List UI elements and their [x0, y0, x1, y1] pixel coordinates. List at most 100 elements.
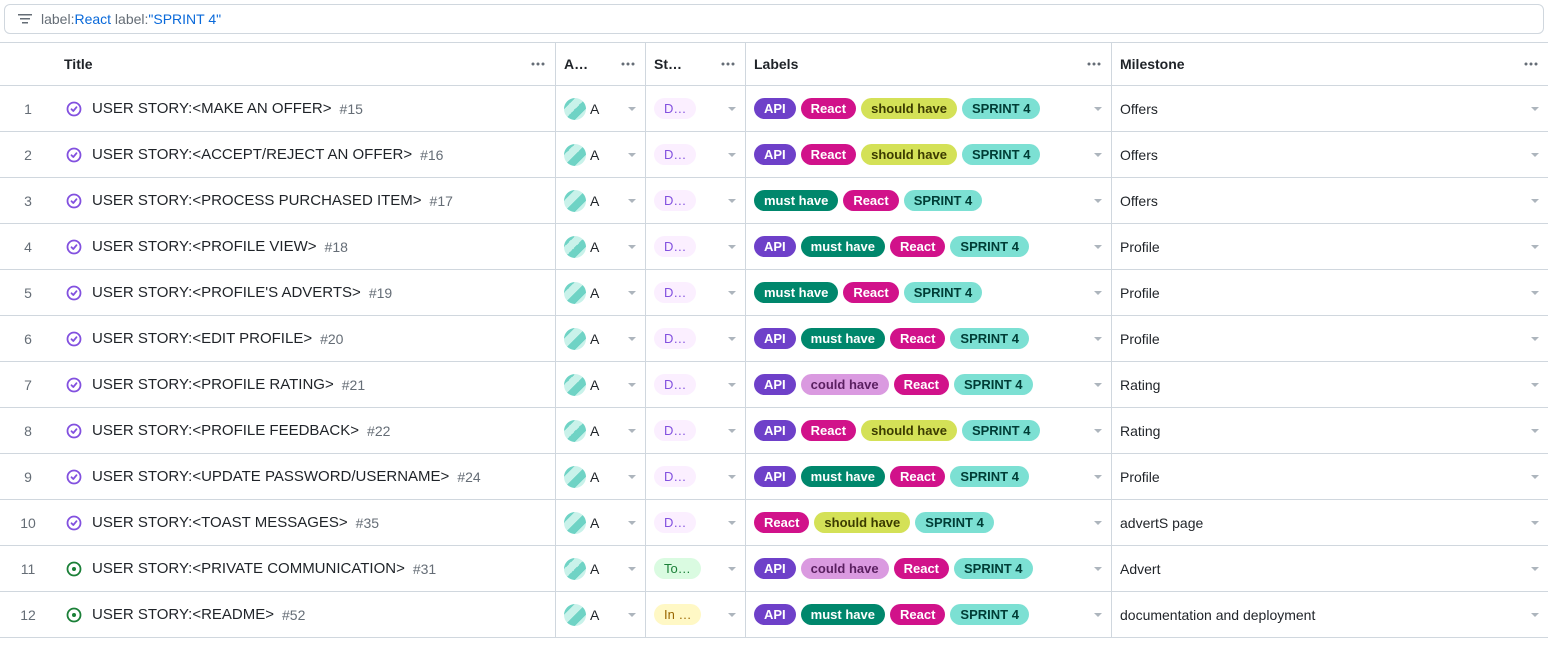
label-sprint4[interactable]: SPRINT 4 [962, 98, 1041, 119]
label-shouldhave[interactable]: should have [861, 144, 957, 165]
chevron-down-icon[interactable] [1093, 196, 1103, 206]
chevron-down-icon[interactable] [1530, 426, 1540, 436]
title-cell[interactable]: USER STORY:<PROFILE RATING>#21 [56, 362, 556, 407]
chevron-down-icon[interactable] [727, 288, 737, 298]
labels-cell[interactable]: must haveReactSPRINT 4 [746, 270, 1112, 315]
chevron-down-icon[interactable] [627, 472, 637, 482]
chevron-down-icon[interactable] [727, 242, 737, 252]
label-sprint4[interactable]: SPRINT 4 [950, 236, 1029, 257]
table-row[interactable]: 5USER STORY:<PROFILE'S ADVERTS>#19AD…mus… [0, 270, 1548, 316]
assignee-cell[interactable]: A [556, 454, 646, 499]
label-shouldhave[interactable]: should have [861, 420, 957, 441]
milestone-cell[interactable]: Offers [1112, 132, 1548, 177]
status-cell[interactable]: D… [646, 408, 746, 453]
assignee-cell[interactable]: A [556, 270, 646, 315]
label-sprint4[interactable]: SPRINT 4 [904, 282, 983, 303]
chevron-down-icon[interactable] [627, 104, 637, 114]
label-react[interactable]: React [843, 190, 898, 211]
issue-title[interactable]: USER STORY:<PRIVATE COMMUNICATION> [92, 560, 405, 577]
table-row[interactable]: 8USER STORY:<PROFILE FEEDBACK>#22AD…APIR… [0, 408, 1548, 454]
milestone-cell[interactable]: Profile [1112, 224, 1548, 269]
label-musthave[interactable]: must have [801, 236, 885, 257]
table-row[interactable]: 9USER STORY:<UPDATE PASSWORD/USERNAME>#2… [0, 454, 1548, 500]
chevron-down-icon[interactable] [727, 104, 737, 114]
title-cell[interactable]: USER STORY:<PROFILE VIEW>#18 [56, 224, 556, 269]
label-shouldhave[interactable]: should have [814, 512, 910, 533]
chevron-down-icon[interactable] [627, 288, 637, 298]
assignee-cell[interactable]: A [556, 224, 646, 269]
status-cell[interactable]: D… [646, 178, 746, 223]
table-row[interactable]: 6USER STORY:<EDIT PROFILE>#20AD…APImust … [0, 316, 1548, 362]
label-react[interactable]: React [754, 512, 809, 533]
table-row[interactable]: 11USER STORY:<PRIVATE COMMUNICATION>#31A… [0, 546, 1548, 592]
milestone-cell[interactable]: Profile [1112, 270, 1548, 315]
labels-cell[interactable]: APImust haveReactSPRINT 4 [746, 316, 1112, 361]
assignee-cell[interactable]: A [556, 86, 646, 131]
labels-cell[interactable]: APIReactshould haveSPRINT 4 [746, 408, 1112, 453]
labels-cell[interactable]: APImust haveReactSPRINT 4 [746, 592, 1112, 637]
col-status-header[interactable]: St… [654, 56, 682, 72]
status-cell[interactable]: D… [646, 270, 746, 315]
labels-cell[interactable]: APIReactshould haveSPRINT 4 [746, 132, 1112, 177]
assignee-cell[interactable]: A [556, 316, 646, 361]
status-cell[interactable]: D… [646, 500, 746, 545]
chevron-down-icon[interactable] [1093, 518, 1103, 528]
label-sprint4[interactable]: SPRINT 4 [954, 374, 1033, 395]
issue-title[interactable]: USER STORY:<PROCESS PURCHASED ITEM> [92, 192, 422, 209]
label-api[interactable]: API [754, 558, 796, 579]
title-cell[interactable]: USER STORY:<ACCEPT/REJECT AN OFFER>#16 [56, 132, 556, 177]
label-musthave[interactable]: must have [801, 466, 885, 487]
table-row[interactable]: 2USER STORY:<ACCEPT/REJECT AN OFFER>#16A… [0, 132, 1548, 178]
label-sprint4[interactable]: SPRINT 4 [950, 328, 1029, 349]
chevron-down-icon[interactable] [1093, 380, 1103, 390]
chevron-down-icon[interactable] [1093, 426, 1103, 436]
title-cell[interactable]: USER STORY:<PRIVATE COMMUNICATION>#31 [56, 546, 556, 591]
issue-title[interactable]: USER STORY:<PROFILE'S ADVERTS> [92, 284, 361, 301]
table-row[interactable]: 3USER STORY:<PROCESS PURCHASED ITEM>#17A… [0, 178, 1548, 224]
chevron-down-icon[interactable] [627, 518, 637, 528]
labels-cell[interactable]: APIReactshould haveSPRINT 4 [746, 86, 1112, 131]
chevron-down-icon[interactable] [727, 564, 737, 574]
issue-title[interactable]: USER STORY:<EDIT PROFILE> [92, 330, 312, 347]
issue-title[interactable]: USER STORY:<MAKE AN OFFER> [92, 100, 332, 117]
status-cell[interactable]: D… [646, 316, 746, 361]
milestone-cell[interactable]: Profile [1112, 454, 1548, 499]
col-labels-header[interactable]: Labels [754, 56, 798, 72]
status-cell[interactable]: D… [646, 86, 746, 131]
status-cell[interactable]: D… [646, 454, 746, 499]
chevron-down-icon[interactable] [627, 150, 637, 160]
chevron-down-icon[interactable] [627, 380, 637, 390]
label-sprint4[interactable]: SPRINT 4 [915, 512, 994, 533]
milestone-cell[interactable]: Profile [1112, 316, 1548, 361]
col-menu-icon[interactable] [619, 55, 637, 73]
chevron-down-icon[interactable] [1093, 610, 1103, 620]
labels-cell[interactable]: must haveReactSPRINT 4 [746, 178, 1112, 223]
labels-cell[interactable]: APImust haveReactSPRINT 4 [746, 224, 1112, 269]
milestone-cell[interactable]: documentation and deployment [1112, 592, 1548, 637]
label-react[interactable]: React [890, 328, 945, 349]
chevron-down-icon[interactable] [727, 334, 737, 344]
issue-title[interactable]: USER STORY:<UPDATE PASSWORD/USERNAME> [92, 468, 449, 485]
assignee-cell[interactable]: A [556, 408, 646, 453]
chevron-down-icon[interactable] [627, 242, 637, 252]
col-menu-icon[interactable] [719, 55, 737, 73]
filter-bar[interactable]: label:React label:"SPRINT 4" [4, 4, 1544, 34]
label-musthave[interactable]: must have [754, 282, 838, 303]
title-cell[interactable]: USER STORY:<TOAST MESSAGES>#35 [56, 500, 556, 545]
col-milestone-header[interactable]: Milestone [1120, 56, 1185, 72]
chevron-down-icon[interactable] [1093, 472, 1103, 482]
milestone-cell[interactable]: advertS page [1112, 500, 1548, 545]
chevron-down-icon[interactable] [1530, 104, 1540, 114]
assignee-cell[interactable]: A [556, 362, 646, 407]
status-cell[interactable]: To… [646, 546, 746, 591]
status-cell[interactable]: In … [646, 592, 746, 637]
chevron-down-icon[interactable] [727, 380, 737, 390]
table-row[interactable]: 4USER STORY:<PROFILE VIEW>#18AD…APImust … [0, 224, 1548, 270]
chevron-down-icon[interactable] [1530, 564, 1540, 574]
chevron-down-icon[interactable] [727, 472, 737, 482]
chevron-down-icon[interactable] [1093, 150, 1103, 160]
chevron-down-icon[interactable] [1530, 472, 1540, 482]
label-react[interactable]: React [801, 420, 856, 441]
issue-title[interactable]: USER STORY:<PROFILE RATING> [92, 376, 334, 393]
title-cell[interactable]: USER STORY:<PROFILE'S ADVERTS>#19 [56, 270, 556, 315]
